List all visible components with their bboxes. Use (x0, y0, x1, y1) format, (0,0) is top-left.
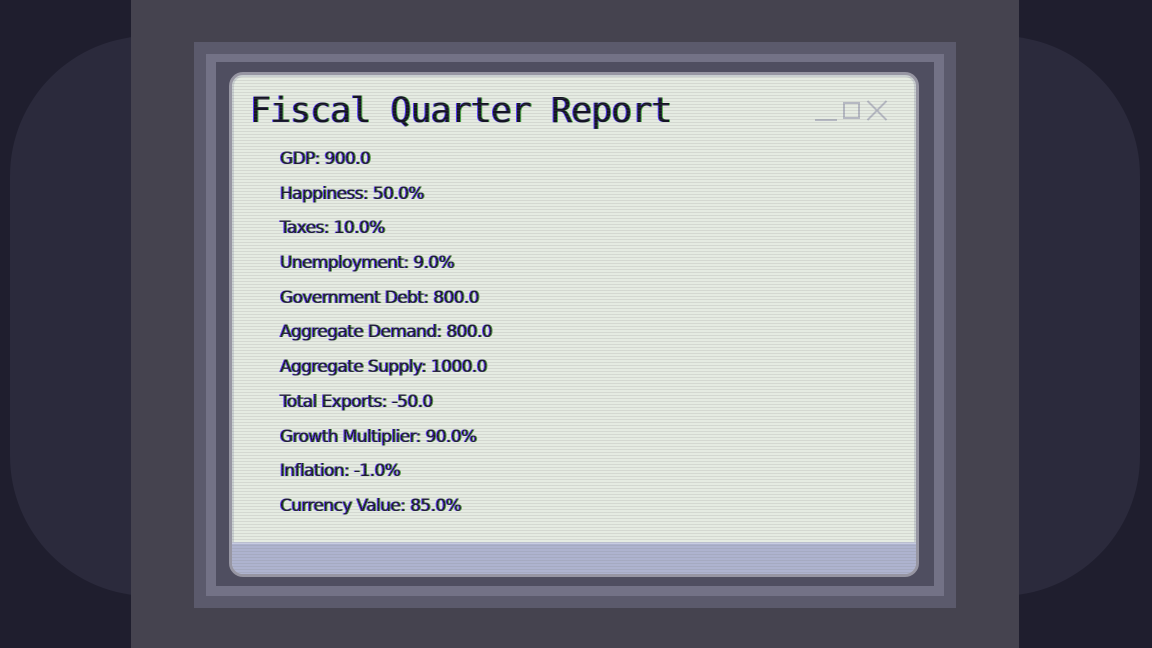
stat-total-exports: Total Exports: -50.0 (280, 391, 433, 412)
window-controls (815, 97, 888, 123)
report-window: Fiscal Quarter Report GDP: 900.0 Happine… (229, 72, 919, 577)
maximize-icon[interactable] (843, 102, 860, 119)
stats-list: GDP: 900.0 Happiness: 50.0% Taxes: 10.0%… (280, 147, 493, 529)
stat-gdp: GDP: 900.0 (280, 149, 371, 169)
close-icon[interactable] (866, 99, 888, 121)
stat-aggregate-supply: Aggregate Supply: 1000.0 (280, 357, 488, 378)
stat-taxes: Taxes: 10.0% (280, 218, 385, 239)
minimize-icon[interactable] (815, 119, 837, 121)
stat-unemployment: Unemployment: 9.0% (280, 253, 455, 274)
stat-happiness: Happiness: 50.0% (280, 183, 425, 204)
stat-aggregate-demand: Aggregate Demand: 800.0 (280, 322, 493, 343)
stat-government-debt: Government Debt: 800.0 (280, 287, 480, 308)
stat-inflation: Inflation: -1.0% (280, 461, 401, 482)
window-title: Fiscal Quarter Report (250, 91, 673, 131)
stat-currency-value: Currency Value: 85.0% (280, 495, 462, 516)
window-footer-bar (232, 542, 916, 574)
stat-growth-multiplier: Growth Multiplier: 90.0% (280, 426, 477, 447)
game-scene: Fiscal Quarter Report GDP: 900.0 Happine… (0, 0, 1152, 648)
